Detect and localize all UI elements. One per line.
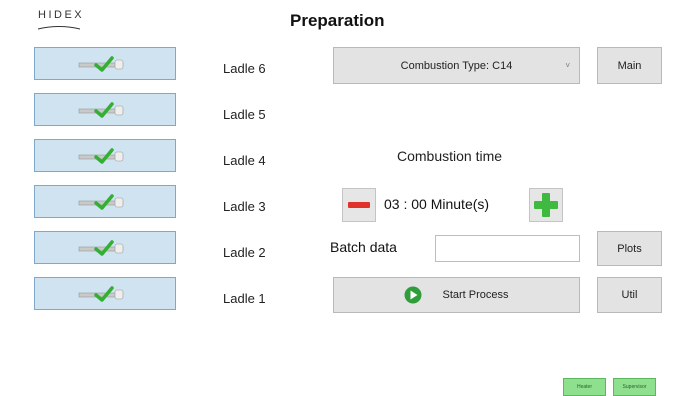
ladle-6-button[interactable] xyxy=(34,47,176,80)
supervisor-status-button[interactable]: Supervisor xyxy=(613,378,656,396)
ladle-5-label: Ladle 5 xyxy=(223,107,266,122)
ladle-3-label: Ladle 3 xyxy=(223,199,266,214)
play-icon xyxy=(404,286,422,304)
page-title: Preparation xyxy=(290,11,385,30)
ladle-2-label: Ladle 2 xyxy=(223,245,266,260)
combustion-time-label: Combustion time xyxy=(397,148,503,164)
combustion-type-value: Combustion Type: C14 xyxy=(400,59,513,72)
combustion-type-select[interactable]: Combustion Type: C14 ˅ xyxy=(333,47,580,84)
ladle-check-icon xyxy=(78,101,124,118)
hidex-logo: HIDEX xyxy=(38,9,85,21)
batch-data-label: Batch data xyxy=(330,239,397,255)
heater-status-button[interactable]: Heater xyxy=(563,378,606,396)
ladle-1-label: Ladle 1 xyxy=(223,291,266,306)
util-button[interactable]: Util xyxy=(597,277,662,313)
ladle-check-icon xyxy=(78,239,124,256)
batch-data-input[interactable] xyxy=(435,235,580,262)
combustion-time-value: 03 : 00 Minute(s) xyxy=(384,196,490,212)
ladle-2-button[interactable] xyxy=(34,231,176,264)
logo-swoosh-icon xyxy=(37,26,81,30)
chevron-down-icon: ˅ xyxy=(565,61,570,70)
decrease-time-button[interactable] xyxy=(342,188,376,222)
ladle-4-label: Ladle 4 xyxy=(223,153,266,168)
ladle-6-label: Ladle 6 xyxy=(223,61,266,76)
ladle-check-icon xyxy=(78,147,124,164)
ladle-check-icon xyxy=(78,55,124,72)
ladle-check-icon xyxy=(78,193,124,210)
start-process-button[interactable]: Start Process xyxy=(333,277,580,313)
start-process-label: Start Process xyxy=(442,289,509,301)
minus-icon xyxy=(348,202,370,208)
ladle-check-icon xyxy=(78,285,124,302)
ladle-3-button[interactable] xyxy=(34,185,176,218)
ladle-4-button[interactable] xyxy=(34,139,176,172)
plus-icon xyxy=(534,193,558,217)
ladle-5-button[interactable] xyxy=(34,93,176,126)
ladle-1-button[interactable] xyxy=(34,277,176,310)
plots-button[interactable]: Plots xyxy=(597,231,662,266)
main-button[interactable]: Main xyxy=(597,47,662,84)
increase-time-button[interactable] xyxy=(529,188,563,222)
